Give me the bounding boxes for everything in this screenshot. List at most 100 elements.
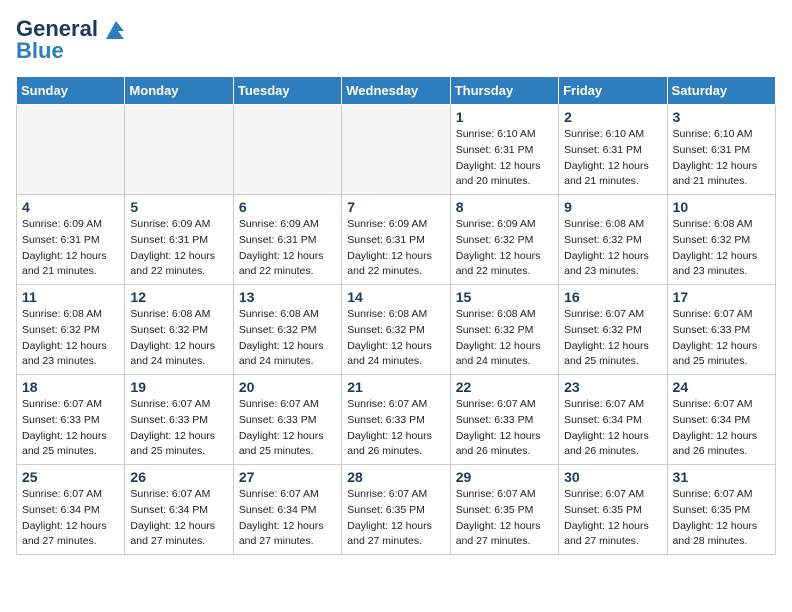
calendar-cell: 21Sunrise: 6:07 AM Sunset: 6:33 PM Dayli… [342, 375, 450, 465]
day-info: Sunrise: 6:08 AM Sunset: 6:32 PM Dayligh… [673, 217, 770, 280]
weekday-monday: Monday [125, 77, 233, 105]
day-number: 17 [673, 289, 770, 305]
day-info: Sunrise: 6:10 AM Sunset: 6:31 PM Dayligh… [456, 127, 553, 190]
day-info: Sunrise: 6:07 AM Sunset: 6:33 PM Dayligh… [130, 397, 227, 460]
day-info: Sunrise: 6:07 AM Sunset: 6:35 PM Dayligh… [673, 487, 770, 550]
calendar-cell: 15 Sunrise: 6:08 AM Sunset: 6:32 PM Dayli… [450, 285, 558, 375]
calendar-cell: 17 Sunrise: 6:07 AM Sunset: 6:33 PM Dayli… [667, 285, 775, 375]
weekday-header-row: SundayMondayTuesdayWednesdayThursdayFrid… [17, 77, 776, 105]
calendar-cell: 14Sunrise: 6:08 AM Sunset: 6:32 PM Dayli… [342, 285, 450, 375]
day-number: 8 [456, 199, 553, 215]
day-info: Sunrise: 6:07 AM Sunset: 6:34 PM Dayligh… [564, 397, 661, 460]
day-number: 11 [22, 289, 119, 305]
day-info: Sunrise: 6:09 AM Sunset: 6:31 PM Dayligh… [130, 217, 227, 280]
calendar-cell: 12Sunrise: 6:08 AM Sunset: 6:32 PM Dayli… [125, 285, 233, 375]
calendar-cell: 16Sunrise: 6:07 AM Sunset: 6:32 PM Dayli… [559, 285, 667, 375]
week-row-3: 11 Sunrise: 6:08 AM Sunset: 6:32 PM Dayli… [17, 285, 776, 375]
day-number: 20 [239, 379, 336, 395]
day-number: 5 [130, 199, 227, 215]
calendar-cell [17, 105, 125, 195]
day-info: Sunrise: 6:08 AM Sunset: 6:32 PM Dayligh… [564, 217, 661, 280]
week-row-1: 1 Sunrise: 6:10 AM Sunset: 6:31 PM Daylig… [17, 105, 776, 195]
calendar-cell: 6Sunrise: 6:09 AM Sunset: 6:31 PM Daylig… [233, 195, 341, 285]
day-info: Sunrise: 6:08 AM Sunset: 6:32 PM Dayligh… [22, 307, 119, 370]
calendar-cell: 4 Sunrise: 6:09 AM Sunset: 6:31 PM Daylig… [17, 195, 125, 285]
day-info: Sunrise: 6:09 AM Sunset: 6:31 PM Dayligh… [22, 217, 119, 280]
day-info: Sunrise: 6:07 AM Sunset: 6:33 PM Dayligh… [456, 397, 553, 460]
day-number: 13 [239, 289, 336, 305]
calendar-cell: 19 Sunrise: 6:07 AM Sunset: 6:33 PM Dayli… [125, 375, 233, 465]
calendar-cell: 22 Sunrise: 6:07 AM Sunset: 6:33 PM Dayli… [450, 375, 558, 465]
calendar-cell: 26 Sunrise: 6:07 AM Sunset: 6:34 PM Dayli… [125, 465, 233, 555]
day-number: 2 [564, 109, 661, 125]
day-number: 24 [673, 379, 770, 395]
calendar-cell: 25 Sunrise: 6:07 AM Sunset: 6:34 PM Dayli… [17, 465, 125, 555]
day-number: 19 [130, 379, 227, 395]
day-number: 1 [456, 109, 553, 125]
weekday-tuesday: Tuesday [233, 77, 341, 105]
day-number: 29 [456, 469, 553, 485]
calendar-cell: 18 Sunrise: 6:07 AM Sunset: 6:33 PM Dayli… [17, 375, 125, 465]
calendar: SundayMondayTuesdayWednesdayThursdayFrid… [16, 76, 776, 555]
day-info: Sunrise: 6:08 AM Sunset: 6:32 PM Dayligh… [456, 307, 553, 370]
day-number: 25 [22, 469, 119, 485]
calendar-cell: 8 Sunrise: 6:09 AM Sunset: 6:32 PM Daylig… [450, 195, 558, 285]
day-number: 12 [130, 289, 227, 305]
logo-blue: Blue [16, 38, 64, 64]
calendar-cell: 28Sunrise: 6:07 AM Sunset: 6:35 PM Dayli… [342, 465, 450, 555]
page-header: General Blue [16, 16, 776, 64]
day-info: Sunrise: 6:09 AM Sunset: 6:31 PM Dayligh… [239, 217, 336, 280]
calendar-cell: 5 Sunrise: 6:09 AM Sunset: 6:31 PM Daylig… [125, 195, 233, 285]
logo-icon [102, 21, 124, 39]
day-number: 9 [564, 199, 661, 215]
day-number: 18 [22, 379, 119, 395]
calendar-cell [233, 105, 341, 195]
weekday-saturday: Saturday [667, 77, 775, 105]
weekday-wednesday: Wednesday [342, 77, 450, 105]
day-info: Sunrise: 6:09 AM Sunset: 6:31 PM Dayligh… [347, 217, 444, 280]
calendar-cell: 11 Sunrise: 6:08 AM Sunset: 6:32 PM Dayli… [17, 285, 125, 375]
logo: General Blue [16, 16, 124, 64]
calendar-cell: 10 Sunrise: 6:08 AM Sunset: 6:32 PM Dayli… [667, 195, 775, 285]
calendar-cell [342, 105, 450, 195]
calendar-cell: 30 Sunrise: 6:07 AM Sunset: 6:35 PM Dayli… [559, 465, 667, 555]
week-row-4: 18 Sunrise: 6:07 AM Sunset: 6:33 PM Dayli… [17, 375, 776, 465]
day-number: 23 [564, 379, 661, 395]
day-info: Sunrise: 6:07 AM Sunset: 6:33 PM Dayligh… [22, 397, 119, 460]
day-number: 21 [347, 379, 444, 395]
calendar-cell: 9 Sunrise: 6:08 AM Sunset: 6:32 PM Daylig… [559, 195, 667, 285]
day-info: Sunrise: 6:07 AM Sunset: 6:35 PM Dayligh… [456, 487, 553, 550]
calendar-cell: 3 Sunrise: 6:10 AM Sunset: 6:31 PM Daylig… [667, 105, 775, 195]
day-number: 4 [22, 199, 119, 215]
calendar-cell: 27Sunrise: 6:07 AM Sunset: 6:34 PM Dayli… [233, 465, 341, 555]
week-row-5: 25 Sunrise: 6:07 AM Sunset: 6:34 PM Dayli… [17, 465, 776, 555]
weekday-thursday: Thursday [450, 77, 558, 105]
day-number: 16 [564, 289, 661, 305]
day-number: 30 [564, 469, 661, 485]
calendar-cell: 7Sunrise: 6:09 AM Sunset: 6:31 PM Daylig… [342, 195, 450, 285]
week-row-2: 4 Sunrise: 6:09 AM Sunset: 6:31 PM Daylig… [17, 195, 776, 285]
day-info: Sunrise: 6:10 AM Sunset: 6:31 PM Dayligh… [673, 127, 770, 190]
day-number: 22 [456, 379, 553, 395]
day-info: Sunrise: 6:07 AM Sunset: 6:34 PM Dayligh… [239, 487, 336, 550]
day-info: Sunrise: 6:07 AM Sunset: 6:35 PM Dayligh… [564, 487, 661, 550]
day-info: Sunrise: 6:10 AM Sunset: 6:31 PM Dayligh… [564, 127, 661, 190]
day-info: Sunrise: 6:07 AM Sunset: 6:33 PM Dayligh… [673, 307, 770, 370]
day-number: 3 [673, 109, 770, 125]
day-number: 15 [456, 289, 553, 305]
calendar-body: 1 Sunrise: 6:10 AM Sunset: 6:31 PM Daylig… [17, 105, 776, 555]
day-number: 10 [673, 199, 770, 215]
day-info: Sunrise: 6:08 AM Sunset: 6:32 PM Dayligh… [347, 307, 444, 370]
day-number: 26 [130, 469, 227, 485]
calendar-cell: 2 Sunrise: 6:10 AM Sunset: 6:31 PM Daylig… [559, 105, 667, 195]
day-number: 28 [347, 469, 444, 485]
day-info: Sunrise: 6:07 AM Sunset: 6:33 PM Dayligh… [239, 397, 336, 460]
day-info: Sunrise: 6:09 AM Sunset: 6:32 PM Dayligh… [456, 217, 553, 280]
day-info: Sunrise: 6:08 AM Sunset: 6:32 PM Dayligh… [239, 307, 336, 370]
day-info: Sunrise: 6:07 AM Sunset: 6:34 PM Dayligh… [22, 487, 119, 550]
calendar-cell: 13 Sunrise: 6:08 AM Sunset: 6:32 PM Dayli… [233, 285, 341, 375]
day-info: Sunrise: 6:07 AM Sunset: 6:34 PM Dayligh… [673, 397, 770, 460]
day-info: Sunrise: 6:07 AM Sunset: 6:34 PM Dayligh… [130, 487, 227, 550]
calendar-cell: 31Sunrise: 6:07 AM Sunset: 6:35 PM Dayli… [667, 465, 775, 555]
calendar-cell: 24 Sunrise: 6:07 AM Sunset: 6:34 PM Dayli… [667, 375, 775, 465]
